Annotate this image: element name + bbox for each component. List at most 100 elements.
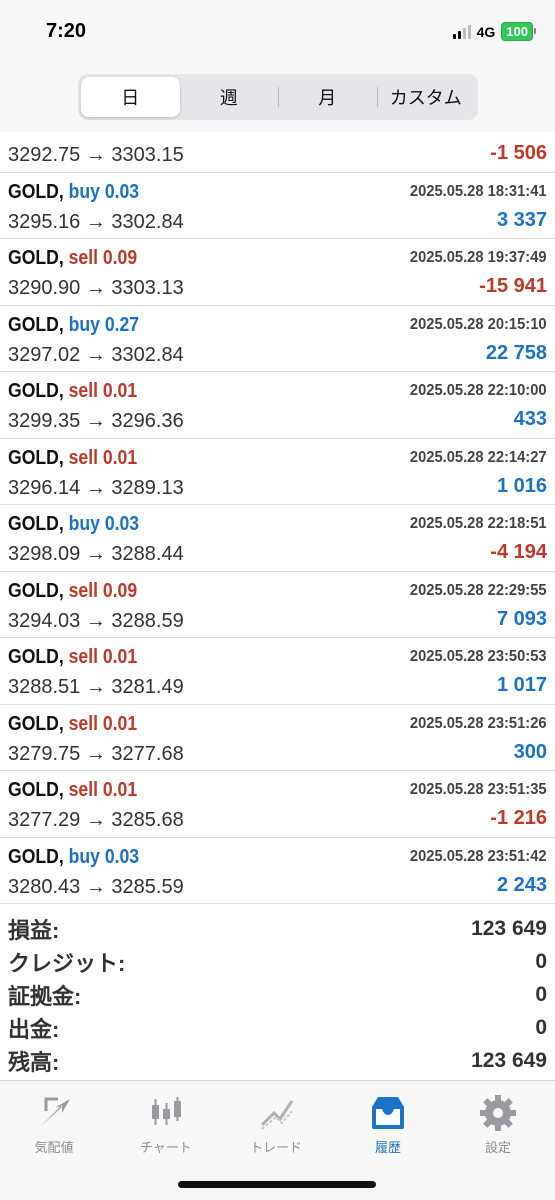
trade-row[interactable]: GOLD, sell 0.09 2025.05.28 22:29:55 3294.0… bbox=[0, 572, 555, 638]
trade-prices: 3297.02 → 3302.84 bbox=[8, 343, 184, 366]
summary-label: 損益: bbox=[8, 917, 60, 943]
trade-prices: 3296.14 → 3289.13 bbox=[8, 476, 184, 499]
trade-profit: -4 194 bbox=[490, 541, 547, 563]
status-bar: 7:20 4G 100 bbox=[0, 0, 555, 60]
tab-label: 履歴 bbox=[374, 1140, 401, 1155]
symbol-name: GOLD, bbox=[8, 180, 64, 203]
tab-label: トレード bbox=[249, 1140, 302, 1155]
trade-profit: 7 093 bbox=[496, 607, 547, 630]
tab-label: 設定 bbox=[484, 1140, 511, 1155]
summary-label: 残高: bbox=[8, 1049, 60, 1075]
trade-side: sell 0.01 bbox=[68, 380, 138, 402]
trade-side: sell 0.01 bbox=[68, 646, 138, 668]
history-tray-icon bbox=[372, 1097, 404, 1129]
symbol-name: GOLD, bbox=[8, 247, 64, 269]
status-time: 7:20 bbox=[46, 20, 87, 42]
network-type: 4G bbox=[476, 23, 496, 40]
trade-profit: 433 bbox=[513, 408, 547, 430]
trade-prices: 3277.29 → 3285.68 bbox=[8, 809, 184, 831]
trade-row[interactable]: GOLD, sell 0.01 2025.05.28 23:50:53 3288.5… bbox=[0, 638, 555, 705]
trade-line-icon bbox=[260, 1100, 294, 1130]
trade-time: 2025.05.28 22:18:51 bbox=[410, 515, 547, 532]
trade-time: 2025.05.28 23:51:35 bbox=[410, 781, 547, 798]
trade-prices: 3292.75 → 3303.15 bbox=[8, 144, 184, 166]
trade-symbol: GOLD, sell 0.01 bbox=[8, 646, 137, 669]
symbol-name: GOLD, bbox=[8, 579, 64, 602]
tab-trade[interactable]: トレード bbox=[226, 1091, 326, 1156]
trade-profit: 300 bbox=[513, 740, 547, 763]
symbol-name: GOLD, bbox=[8, 513, 64, 535]
tab-history[interactable]: 履歴 bbox=[338, 1091, 438, 1156]
bottom-tab-bar: 気配値 チャート トレード 履歴 設定 bbox=[0, 1080, 555, 1200]
trade-profit: 2 243 bbox=[496, 873, 547, 896]
trade-symbol: GOLD, sell 0.09 bbox=[8, 580, 137, 603]
trade-symbol: GOLD, buy 0.03 bbox=[8, 513, 139, 536]
trade-row[interactable]: GOLD, sell 0.01 2025.05.28 23:51:35 3277.2… bbox=[0, 771, 555, 838]
trade-prices: 3299.35 → 3296.36 bbox=[8, 410, 184, 432]
trade-time: 2025.05.28 23:51:42 bbox=[410, 847, 547, 865]
trade-row[interactable]: GOLD, sell 0.01 2025.05.28 22:10:00 3299.3… bbox=[0, 372, 555, 439]
symbol-name: GOLD, bbox=[8, 380, 64, 402]
trade-symbol: GOLD, buy 0.27 bbox=[8, 314, 139, 337]
summary-row-margin: 証拠金: 0 bbox=[0, 978, 555, 1011]
trade-side: sell 0.01 bbox=[68, 779, 138, 801]
trade-profit: -1 216 bbox=[490, 807, 547, 829]
symbol-name: GOLD, bbox=[8, 712, 64, 735]
summary-value: 123 649 bbox=[471, 1048, 547, 1072]
trade-side: buy 0.27 bbox=[68, 313, 140, 336]
home-indicator bbox=[178, 1181, 376, 1188]
trade-side: sell 0.09 bbox=[68, 247, 138, 269]
trade-prices: 3280.43 → 3285.59 bbox=[8, 875, 184, 898]
trade-side: buy 0.03 bbox=[68, 180, 140, 203]
trade-profit: -15 941 bbox=[479, 275, 547, 297]
trade-time: 2025.05.28 22:10:00 bbox=[410, 382, 547, 399]
symbol-name: GOLD, bbox=[8, 446, 64, 469]
trade-row[interactable]: GOLD, buy 0.03 2025.05.28 23:51:42 3280.43… bbox=[0, 838, 555, 904]
trade-symbol: GOLD, buy 0.03 bbox=[8, 846, 139, 869]
trade-time: 2025.05.28 20:15:10 bbox=[410, 315, 547, 333]
status-indicators: 4G 100 bbox=[452, 22, 536, 41]
summary-row-balance: 残高: 123 649 bbox=[0, 1044, 555, 1077]
summary-row-credit: クレジット: 0 bbox=[0, 945, 555, 978]
summary-label: 出金: bbox=[8, 1016, 60, 1042]
symbol-name: GOLD, bbox=[8, 646, 64, 668]
trade-time: 2025.05.28 23:51:26 bbox=[410, 714, 547, 732]
trade-symbol: GOLD, sell 0.01 bbox=[8, 713, 137, 736]
summary-row-withdrawal: 出金: 0 bbox=[0, 1011, 555, 1044]
gear-icon bbox=[480, 1095, 516, 1131]
summary-value: 0 bbox=[535, 1015, 547, 1039]
trade-row[interactable]: GOLD, sell 0.01 2025.05.28 22:14:27 3296.1… bbox=[0, 439, 555, 505]
tab-label: 気配値 bbox=[34, 1140, 74, 1155]
trade-time: 2025.05.28 22:14:27 bbox=[410, 448, 547, 466]
trade-time: 2025.05.28 19:37:49 bbox=[410, 249, 547, 266]
trade-row[interactable]: GOLD, buy 0.03 2025.05.28 22:18:51 3298.09… bbox=[0, 505, 555, 572]
trade-profit: 1 016 bbox=[496, 474, 547, 497]
symbol-name: GOLD, bbox=[8, 313, 64, 336]
trade-symbol: GOLD, sell 0.01 bbox=[8, 447, 137, 470]
trade-symbol: GOLD, sell 0.01 bbox=[8, 380, 137, 403]
trade-symbol: GOLD, sell 0.01 bbox=[8, 779, 137, 802]
trade-prices: 3294.03 → 3288.59 bbox=[8, 609, 184, 632]
tab-quotes[interactable]: 気配値 bbox=[4, 1091, 104, 1156]
tab-chart[interactable]: チャート bbox=[116, 1091, 216, 1156]
trade-profit: -1 506 bbox=[490, 142, 547, 164]
trade-prices: 3298.09 → 3288.44 bbox=[8, 543, 184, 565]
trade-side: buy 0.03 bbox=[68, 845, 140, 868]
trade-row[interactable]: GOLD, sell 0.01 2025.05.28 23:51:26 3279.7… bbox=[0, 705, 555, 771]
summary-row-profit: 損益: 123 649 bbox=[0, 912, 555, 945]
trade-history-list[interactable]: 3292.75 → 3303.15 -1 506 GOLD, buy 0.03 2… bbox=[0, 106, 555, 904]
trade-side: buy 0.03 bbox=[68, 513, 140, 535]
trade-time: 2025.05.28 22:29:55 bbox=[410, 581, 547, 599]
account-summary: 損益: 123 649 クレジット: 0 証拠金: 0 出金: 0 残高: 12… bbox=[0, 912, 555, 1077]
trade-time: 2025.05.28 18:31:41 bbox=[410, 182, 547, 200]
summary-value: 0 bbox=[535, 982, 547, 1006]
trade-row[interactable]: GOLD, buy 0.27 2025.05.28 20:15:10 3297.02… bbox=[0, 306, 555, 372]
trade-row[interactable]: GOLD, buy 0.03 2025.05.28 18:31:41 3295.16… bbox=[0, 173, 555, 239]
trade-prices: 3290.90 → 3303.13 bbox=[8, 277, 184, 299]
trade-profit: 22 758 bbox=[485, 341, 547, 364]
trade-row-partial[interactable]: 3292.75 → 3303.15 -1 506 bbox=[0, 106, 555, 173]
tab-settings[interactable]: 設定 bbox=[448, 1091, 548, 1156]
signal-icon bbox=[452, 24, 471, 39]
summary-value: 0 bbox=[535, 949, 547, 973]
trade-row[interactable]: GOLD, sell 0.09 2025.05.28 19:37:49 3290.9… bbox=[0, 239, 555, 306]
